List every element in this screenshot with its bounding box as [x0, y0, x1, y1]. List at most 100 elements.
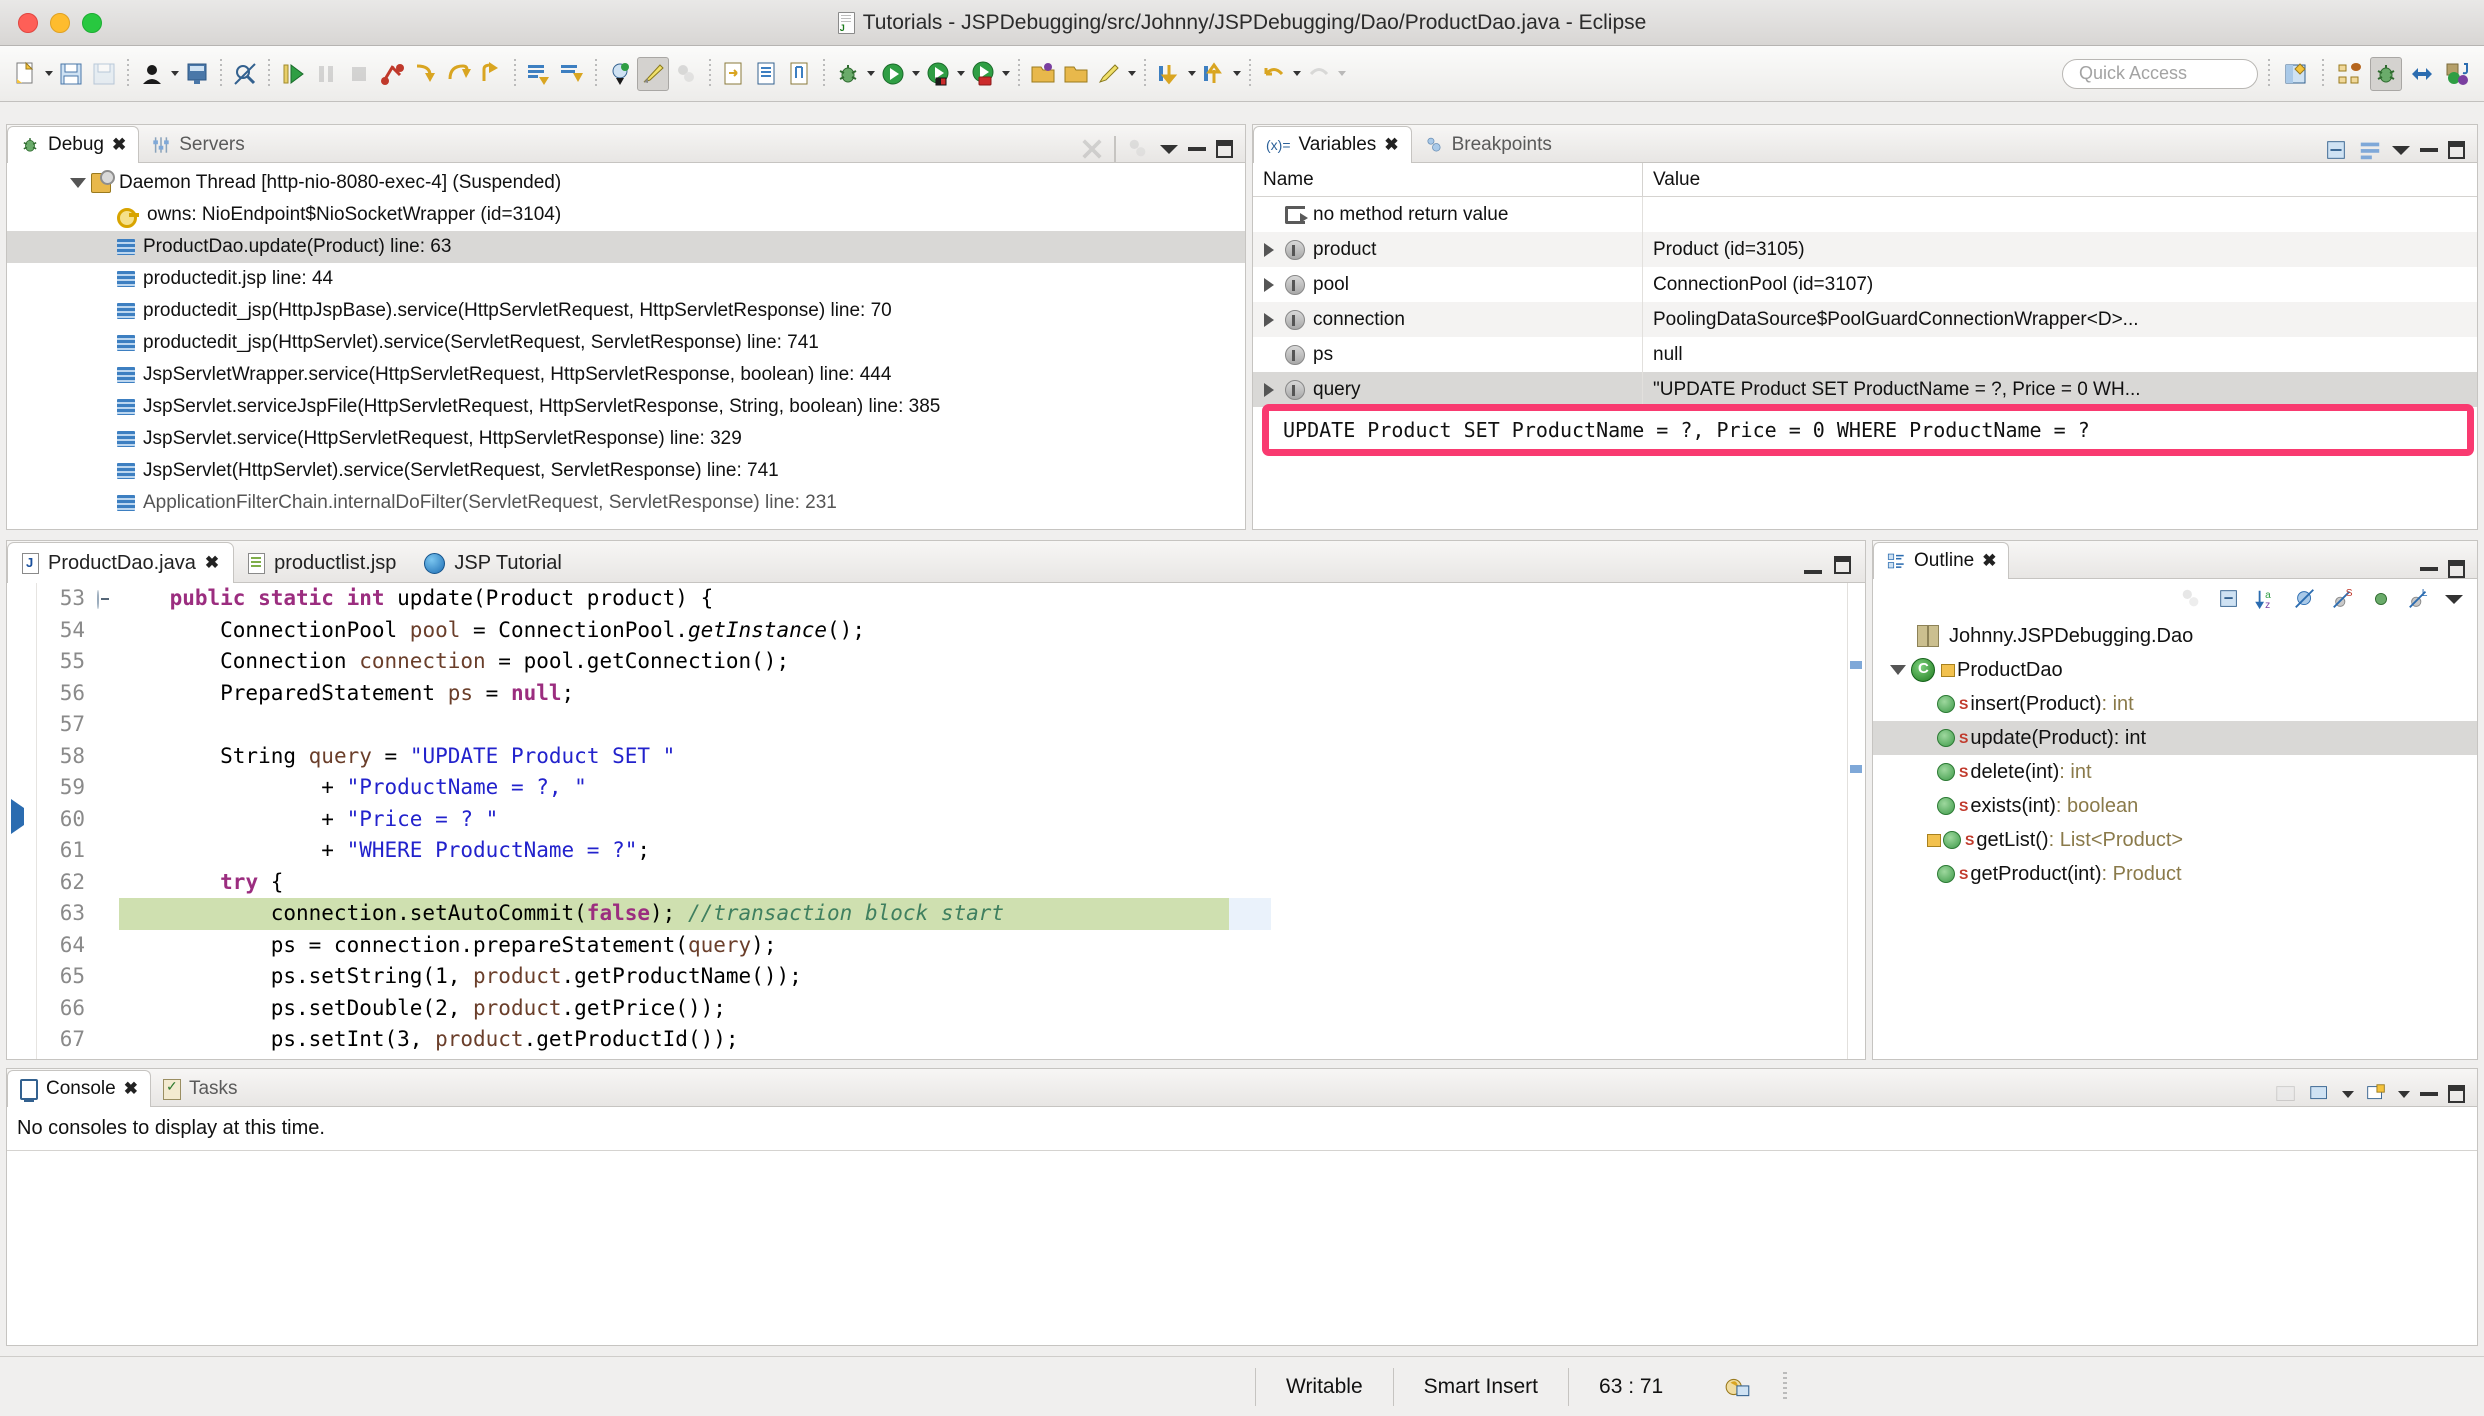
new-icon[interactable]	[10, 57, 42, 91]
minimize-window-button[interactable]	[50, 12, 70, 33]
pencil-icon[interactable]	[1093, 57, 1125, 91]
minimize-icon[interactable]	[2420, 148, 2438, 152]
step-into-icon[interactable]	[409, 57, 441, 91]
code-line[interactable]: Connection connection = pool.getConnecti…	[119, 646, 1865, 678]
stack-frame-row[interactable]: productedit_jsp(HttpServlet).service(Ser…	[7, 327, 1245, 359]
debug-stack-tree[interactable]: Daemon Thread [http-nio-8080-exec-4] (Su…	[7, 163, 1245, 519]
open-perspective-icon[interactable]	[2280, 57, 2312, 91]
fold-collapse-icon[interactable]	[97, 590, 99, 609]
display-selected-console-icon[interactable]	[2308, 1082, 2332, 1106]
debug-icon[interactable]	[832, 57, 864, 91]
open-console-icon[interactable]	[2274, 1082, 2298, 1106]
code-line[interactable]: ps.setString(1, product.getProductName()…	[119, 961, 1865, 993]
outline-item-method[interactable]: S delete(int) : int	[1873, 755, 2477, 789]
code-line[interactable]: public static int update(Product product…	[119, 583, 1865, 615]
next-annotation-icon[interactable]	[1153, 57, 1185, 91]
minimize-icon[interactable]	[2420, 567, 2438, 571]
stack-frame-row[interactable]: JspServlet.service(HttpServletRequest, H…	[7, 423, 1245, 455]
collapse-all-icon[interactable]	[2217, 587, 2241, 611]
threads-icon[interactable]	[1126, 137, 1150, 161]
editor-marker-gutter[interactable]	[7, 583, 37, 1059]
instance-icon[interactable]	[604, 57, 636, 91]
open-folder-icon[interactable]	[1027, 57, 1059, 91]
quick-access-input[interactable]: Quick Access	[2062, 58, 2258, 89]
view-menu-icon[interactable]	[2445, 594, 2463, 604]
outline-item-method[interactable]: S getProduct(int) : Product	[1873, 857, 2477, 891]
stack-frame-row[interactable]: JspServlet(HttpServlet).service(ServletR…	[7, 455, 1245, 487]
stack-frame-row[interactable]: productedit_jsp(HttpJspBase).service(Htt…	[7, 295, 1245, 327]
tab-variables[interactable]: (x)= Variables ✖	[1253, 126, 1412, 163]
tab-debug[interactable]: Debug ✖	[7, 126, 140, 163]
chevron-down-icon[interactable]	[65, 178, 91, 188]
person-icon[interactable]	[136, 57, 168, 91]
minimize-icon[interactable]	[1804, 570, 1822, 574]
mark-occurrence-icon[interactable]	[784, 57, 816, 91]
variables-table-body[interactable]: no method return value product Product (…	[1253, 197, 2477, 407]
chevron-down-icon[interactable]	[2398, 1090, 2410, 1098]
tab-jsp-tutorial[interactable]: JSP Tutorial	[410, 544, 575, 582]
close-icon[interactable]: ✖	[112, 135, 126, 155]
back-icon[interactable]	[1258, 57, 1290, 91]
code-line[interactable]	[119, 709, 1865, 741]
tab-productdao-java[interactable]: ProductDao.java ✖	[7, 542, 235, 583]
code-line[interactable]: connection.setAutoCommit(false); //trans…	[119, 898, 1865, 930]
tab-console[interactable]: Console ✖	[7, 1070, 151, 1107]
hide-local-icon[interactable]: L	[2407, 587, 2431, 611]
code-line[interactable]: ps.setDouble(2, product.getPrice());	[119, 993, 1865, 1025]
view-menu-icon[interactable]	[2392, 145, 2410, 155]
ruler-mark[interactable]	[1850, 661, 1862, 669]
coverage-icon[interactable]	[922, 57, 954, 91]
maximize-window-button[interactable]	[82, 12, 102, 33]
tab-breakpoints[interactable]: Breakpoints	[1412, 128, 1564, 162]
stack-frame-row[interactable]: JspServletWrapper.service(HttpServletReq…	[7, 359, 1245, 391]
pencil-dropdown-arrow[interactable]	[1126, 71, 1137, 76]
hide-fields-icon[interactable]	[2293, 587, 2317, 611]
open-type-icon[interactable]	[718, 57, 750, 91]
resume-icon[interactable]	[277, 57, 309, 91]
new-console-icon[interactable]	[2364, 1082, 2388, 1106]
outline-tree[interactable]: Johnny.JSPDebugging.Dao ProductDao S ins…	[1873, 619, 2477, 891]
close-icon[interactable]: ✖	[124, 1079, 138, 1099]
code-line[interactable]: ConnectionPool pool = ConnectionPool.get…	[119, 615, 1865, 647]
hide-static-icon[interactable]: S	[2331, 587, 2355, 611]
outline-item-method[interactable]: S getList() : List<Product>	[1873, 823, 2477, 857]
code-line[interactable]: + "Price = ? "	[119, 804, 1865, 836]
minimize-icon[interactable]	[2420, 1092, 2438, 1096]
outline-item-method[interactable]: S exists(int) : boolean	[1873, 789, 2477, 823]
outline-item-method-selected[interactable]: S update(Product) : int	[1873, 721, 2477, 755]
no-link-icon[interactable]	[229, 57, 261, 91]
thread-node[interactable]: Daemon Thread [http-nio-8080-exec-4] (Su…	[7, 167, 1245, 199]
prev-annotation-icon[interactable]	[1198, 57, 1230, 91]
variable-row[interactable]: product Product (id=3105)	[1253, 232, 2477, 267]
next-annotation-dropdown-arrow[interactable]	[1186, 71, 1197, 76]
step-return-icon[interactable]	[475, 57, 507, 91]
terminal-icon[interactable]	[181, 57, 213, 91]
tab-servers[interactable]: Servers	[139, 128, 256, 162]
maximize-icon[interactable]	[2448, 141, 2465, 159]
variable-row[interactable]: connection PoolingDataSource$PoolGuardCo…	[1253, 302, 2477, 337]
java-ee-icon[interactable]	[2334, 57, 2366, 91]
sort-icon[interactable]: az	[2255, 587, 2279, 611]
disconnect-all-icon[interactable]	[1080, 137, 1104, 161]
close-icon[interactable]: ✖	[1384, 135, 1398, 155]
view-menu-icon[interactable]	[1160, 144, 1178, 154]
run-ext-icon[interactable]	[967, 57, 999, 91]
debug-perspective-icon[interactable]	[2370, 56, 2402, 91]
close-icon[interactable]: ✖	[205, 553, 219, 573]
highlight-icon[interactable]	[637, 56, 669, 91]
back-dropdown-arrow[interactable]	[1291, 71, 1302, 76]
maximize-icon[interactable]	[1216, 140, 1233, 158]
run-icon[interactable]	[877, 57, 909, 91]
minimize-icon[interactable]	[1188, 147, 1206, 151]
monitor-node[interactable]: owns: NioEndpoint$NioSocketWrapper (id=3…	[7, 199, 1245, 231]
code-line[interactable]: ps.setInt(3, product.getProductId());	[119, 1024, 1865, 1056]
run-ext-dropdown-arrow[interactable]	[1000, 71, 1011, 76]
close-window-button[interactable]	[18, 12, 38, 33]
show-logical-icon[interactable]	[2358, 138, 2382, 162]
chevron-down-icon[interactable]	[2342, 1090, 2354, 1098]
tab-outline[interactable]: Outline ✖	[1873, 542, 2010, 579]
prev-annotation-dropdown-arrow[interactable]	[1231, 71, 1242, 76]
variable-row[interactable]: ps null	[1253, 337, 2477, 372]
maximize-icon[interactable]	[2448, 560, 2465, 578]
column-header-name[interactable]: Name	[1253, 163, 1643, 196]
